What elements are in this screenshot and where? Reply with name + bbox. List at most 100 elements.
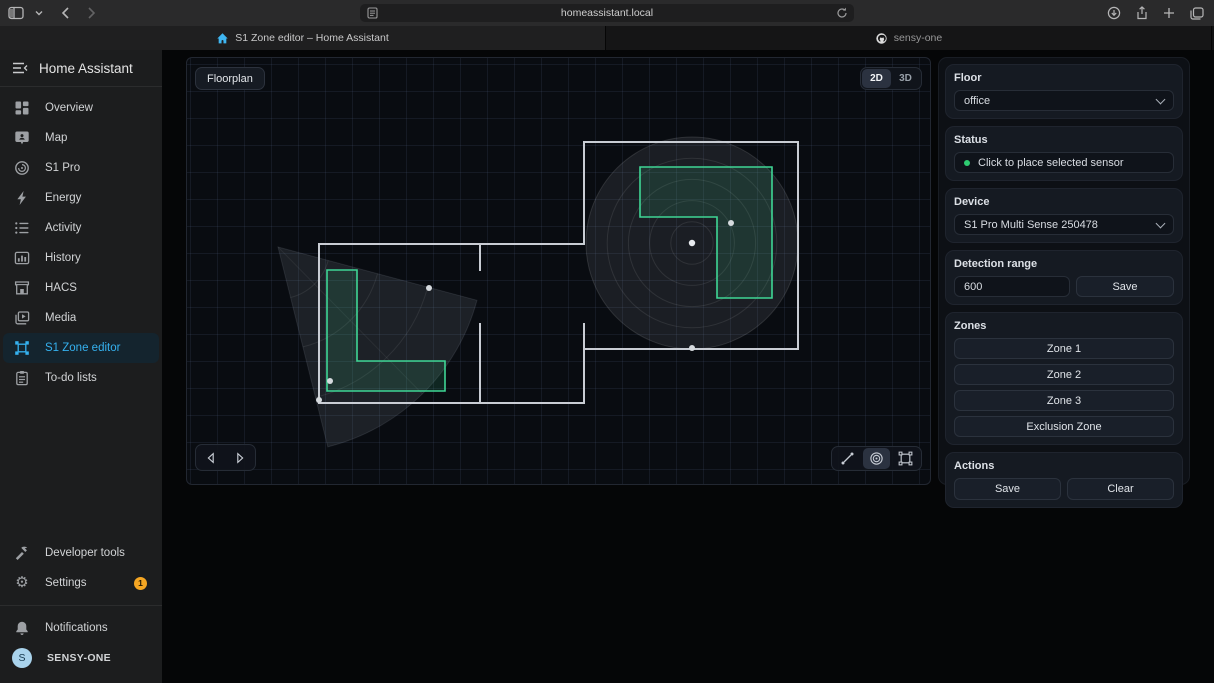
- sidebar-item-label: S1 Pro: [45, 162, 80, 174]
- radar-tool-button[interactable]: [863, 448, 890, 469]
- floor-label: Floor: [954, 72, 1174, 84]
- zones-label: Zones: [954, 320, 1174, 332]
- actions-card: Actions Save Clear: [945, 452, 1183, 508]
- bell-icon: [14, 620, 30, 636]
- sidebar-item-label: Overview: [45, 102, 93, 114]
- address-bar[interactable]: homeassistant.local: [360, 4, 854, 22]
- sidebar-item-settings[interactable]: ⚙Settings1: [3, 568, 159, 598]
- sidebar-item-activity[interactable]: Activity: [3, 213, 159, 243]
- browser-toolbar: homeassistant.local: [0, 0, 1214, 26]
- zones-card: Zones Zone 1 Zone 2 Zone 3 Exclusion Zone: [945, 312, 1183, 445]
- sidebar: Home Assistant Overview Map S1 Pro Energy Ac…: [0, 50, 162, 683]
- sidebar-item-energy[interactable]: Energy: [3, 183, 159, 213]
- hacs-icon: [14, 280, 30, 296]
- todo-icon: [14, 370, 30, 386]
- device-select[interactable]: S1 Pro Multi Sense 250478: [954, 214, 1174, 235]
- media-icon: [14, 310, 30, 326]
- url-text: homeassistant.local: [561, 7, 653, 19]
- detection-range-card: Detection range 600 Save: [945, 250, 1183, 305]
- square-tool-button[interactable]: [892, 448, 919, 469]
- actions-clear-button[interactable]: Clear: [1067, 478, 1174, 500]
- browser-tab-sensy-one[interactable]: sensy-one: [606, 26, 1212, 50]
- new-tab-icon[interactable]: [1163, 7, 1175, 19]
- reload-icon[interactable]: [836, 7, 848, 19]
- zone-editor-canvas[interactable]: Floorplan 2D3D: [186, 57, 931, 485]
- sidebar-item-developer-tools[interactable]: Developer tools: [3, 538, 159, 568]
- exclusion-zone-button[interactable]: Exclusion Zone: [954, 416, 1174, 437]
- actions-save-button[interactable]: Save: [954, 478, 1061, 500]
- zone-2-button[interactable]: Zone 2: [954, 364, 1174, 385]
- menu-toggle-icon[interactable]: [12, 62, 28, 74]
- target-dot[interactable]: [728, 220, 734, 226]
- device-value: S1 Pro Multi Sense 250478: [964, 219, 1098, 231]
- account-name: SENSY-ONE: [47, 652, 111, 664]
- page-icon: [367, 7, 378, 19]
- actions-label: Actions: [954, 460, 1174, 472]
- tab-overview-icon[interactable]: [1190, 7, 1204, 20]
- canvas-tools: [831, 446, 922, 471]
- floorplan-button[interactable]: Floorplan: [195, 67, 265, 90]
- sidebar-divider: [0, 605, 162, 606]
- sidebar-item-label: History: [45, 252, 81, 264]
- device-card: Device S1 Pro Multi Sense 250478: [945, 188, 1183, 243]
- devtools-icon: [14, 545, 30, 561]
- settings-badge: 1: [134, 577, 147, 590]
- settings-panel: Floor office Status Click to place selec…: [938, 57, 1190, 485]
- sidebar-item-to-do-lists[interactable]: To-do lists: [3, 363, 159, 393]
- sidebar-account[interactable]: S SENSY-ONE: [3, 643, 159, 673]
- detection-range-label: Detection range: [954, 258, 1174, 270]
- sidebar-item-history[interactable]: History: [3, 243, 159, 273]
- target-dot[interactable]: [327, 378, 333, 384]
- sidebar-item-label: Activity: [45, 222, 81, 234]
- sidebar-item-label: Energy: [45, 192, 81, 204]
- avatar: S: [12, 648, 32, 668]
- tab-title: sensy-one: [894, 32, 942, 44]
- sidebar-item-notifications[interactable]: Notifications: [3, 613, 159, 643]
- line-tool-button[interactable]: [834, 448, 861, 469]
- step-forward-button[interactable]: [233, 451, 247, 465]
- sidebar-item-media[interactable]: Media: [3, 303, 159, 333]
- zone-1-button[interactable]: Zone 1: [954, 338, 1174, 359]
- back-icon[interactable]: [60, 6, 70, 20]
- target-dot[interactable]: [689, 345, 695, 351]
- sidebar-item-s1-pro[interactable]: S1 Pro: [3, 153, 159, 183]
- history-icon: [14, 250, 30, 266]
- home-assistant-logo-icon: [216, 32, 229, 45]
- device-label: Device: [954, 196, 1174, 208]
- floor-select[interactable]: office: [954, 90, 1174, 111]
- step-back-button[interactable]: [204, 451, 218, 465]
- target-dot[interactable]: [316, 397, 322, 403]
- sidebar-item-overview[interactable]: Overview: [3, 93, 159, 123]
- sidebar-chevron-down-icon[interactable]: [35, 10, 43, 16]
- map-icon: [14, 130, 30, 146]
- tab-title: S1 Zone editor – Home Assistant: [235, 32, 389, 44]
- view-toggle-3d[interactable]: 3D: [891, 69, 920, 88]
- energy-icon: [14, 190, 30, 206]
- sidebar-header: Home Assistant: [0, 50, 162, 87]
- github-logo-icon: [875, 32, 888, 45]
- floor-value: office: [964, 95, 990, 107]
- sensor-position-dot[interactable]: [689, 240, 695, 246]
- sidebar-item-hacs[interactable]: HACS: [3, 273, 159, 303]
- sidebar-item-s1-zone-editor[interactable]: S1 Zone editor: [3, 333, 159, 363]
- browser-tab-s1-zone-editor-home-assistant[interactable]: S1 Zone editor – Home Assistant: [0, 26, 606, 50]
- app-title: Home Assistant: [39, 61, 133, 76]
- browser-tab-bar: S1 Zone editor – Home Assistant sensy-one: [0, 26, 1214, 50]
- detection-range-input[interactable]: 600: [954, 276, 1070, 297]
- forward-icon[interactable]: [87, 6, 97, 20]
- status-label: Status: [954, 134, 1174, 146]
- downloads-icon[interactable]: [1107, 6, 1121, 20]
- sidebar-item-label: To-do lists: [45, 372, 97, 384]
- radar-icon: [14, 160, 30, 176]
- sidebar-item-label: Developer tools: [45, 547, 125, 559]
- target-dot[interactable]: [426, 285, 432, 291]
- canvas-nav-controls: [195, 444, 256, 471]
- sidebar-toggle-icon[interactable]: [8, 6, 24, 20]
- screen: homeassistant.local S1 Zone editor – Hom…: [0, 0, 1214, 683]
- detection-range-save-button[interactable]: Save: [1076, 276, 1174, 297]
- share-icon[interactable]: [1136, 6, 1148, 20]
- zone-3-button[interactable]: Zone 3: [954, 390, 1174, 411]
- view-toggle-2d[interactable]: 2D: [862, 69, 891, 88]
- zone-editor-icon: [14, 340, 30, 356]
- sidebar-item-map[interactable]: Map: [3, 123, 159, 153]
